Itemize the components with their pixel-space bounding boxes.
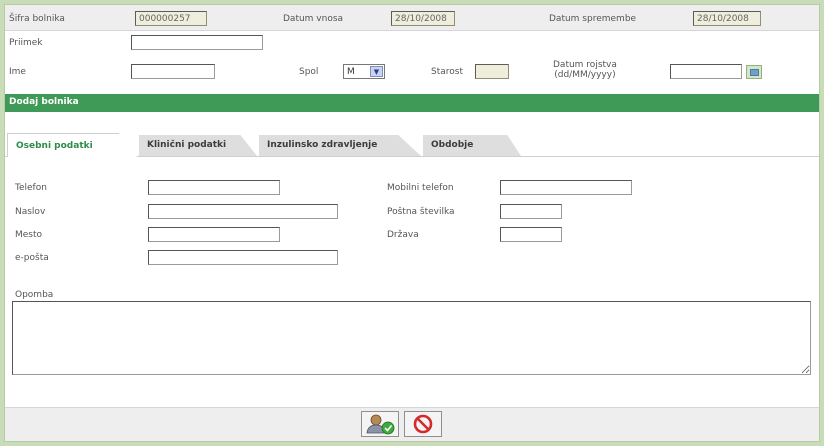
datum-vnosa-label: Datum vnosa — [283, 14, 344, 24]
starost-field — [475, 64, 509, 79]
telefon-label: Telefon — [15, 183, 47, 193]
sifra-field: 000000257 — [135, 11, 207, 26]
spol-label: Spol — [299, 67, 319, 77]
postna-label: Poštna številka — [387, 207, 455, 217]
calendar-icon[interactable] — [746, 65, 762, 79]
tab-osebni-podatki[interactable]: Osebni podatki — [7, 133, 137, 157]
ime-label: Ime — [9, 67, 26, 77]
section-title: Dodaj bolnika — [5, 94, 819, 112]
starost-label: Starost — [431, 67, 463, 77]
mobilni-label: Mobilni telefon — [387, 183, 454, 193]
add-user-check-icon — [366, 414, 395, 435]
datum-vnosa-field: 28/10/2008 — [391, 11, 455, 26]
datum-rojstva-input[interactable] — [670, 64, 742, 79]
tab-inzulinsko-zdravljenje[interactable]: Inzulinsko zdravljenje — [259, 135, 421, 156]
drzava-input[interactable] — [500, 227, 562, 242]
eposta-input[interactable] — [148, 250, 338, 265]
datum-rojstva-label: Datum rojstva (dd/MM/yyyy) — [553, 60, 617, 80]
tab-bar: Osebni podatki Klinični podatki Inzulins… — [5, 133, 819, 157]
naslov-input[interactable] — [148, 204, 338, 219]
opomba-textarea[interactable] — [12, 301, 811, 375]
tab-obdobje[interactable]: Obdobje — [423, 135, 521, 156]
mesto-label: Mesto — [15, 230, 43, 240]
telefon-input[interactable] — [148, 180, 280, 195]
datum-spremembe-label: Datum spremembe — [549, 14, 637, 24]
cancel-circle-icon — [413, 414, 433, 434]
priimek-input[interactable] — [131, 35, 263, 50]
mobilni-input[interactable] — [500, 180, 632, 195]
drzava-label: Država — [387, 230, 419, 240]
calendar-icon-inner — [750, 69, 759, 76]
ime-input[interactable] — [131, 64, 215, 79]
chevron-down-icon: ▼ — [370, 66, 383, 77]
tab-klinicni-podatki[interactable]: Klinični podatki — [139, 135, 257, 156]
opomba-label: Opomba — [15, 290, 54, 300]
cancel-button[interactable] — [404, 411, 442, 437]
sifra-label: Šifra bolnika — [9, 14, 65, 24]
postna-input[interactable] — [500, 204, 562, 219]
datum-rojstva-title: Datum rojstva — [553, 60, 617, 70]
spol-select[interactable]: M ▼ — [343, 64, 385, 79]
mesto-input[interactable] — [148, 227, 280, 242]
spol-value: M — [347, 67, 355, 77]
save-button[interactable] — [361, 411, 399, 437]
datum-spremembe-field: 28/10/2008 — [693, 11, 761, 26]
priimek-label: Priimek — [9, 38, 43, 48]
datum-rojstva-format: (dd/MM/yyyy) — [554, 70, 616, 80]
patient-form-window: Šifra bolnika 000000257 Datum vnosa 28/1… — [4, 4, 820, 442]
eposta-label: e-pošta — [15, 253, 49, 263]
naslov-label: Naslov — [15, 207, 46, 217]
